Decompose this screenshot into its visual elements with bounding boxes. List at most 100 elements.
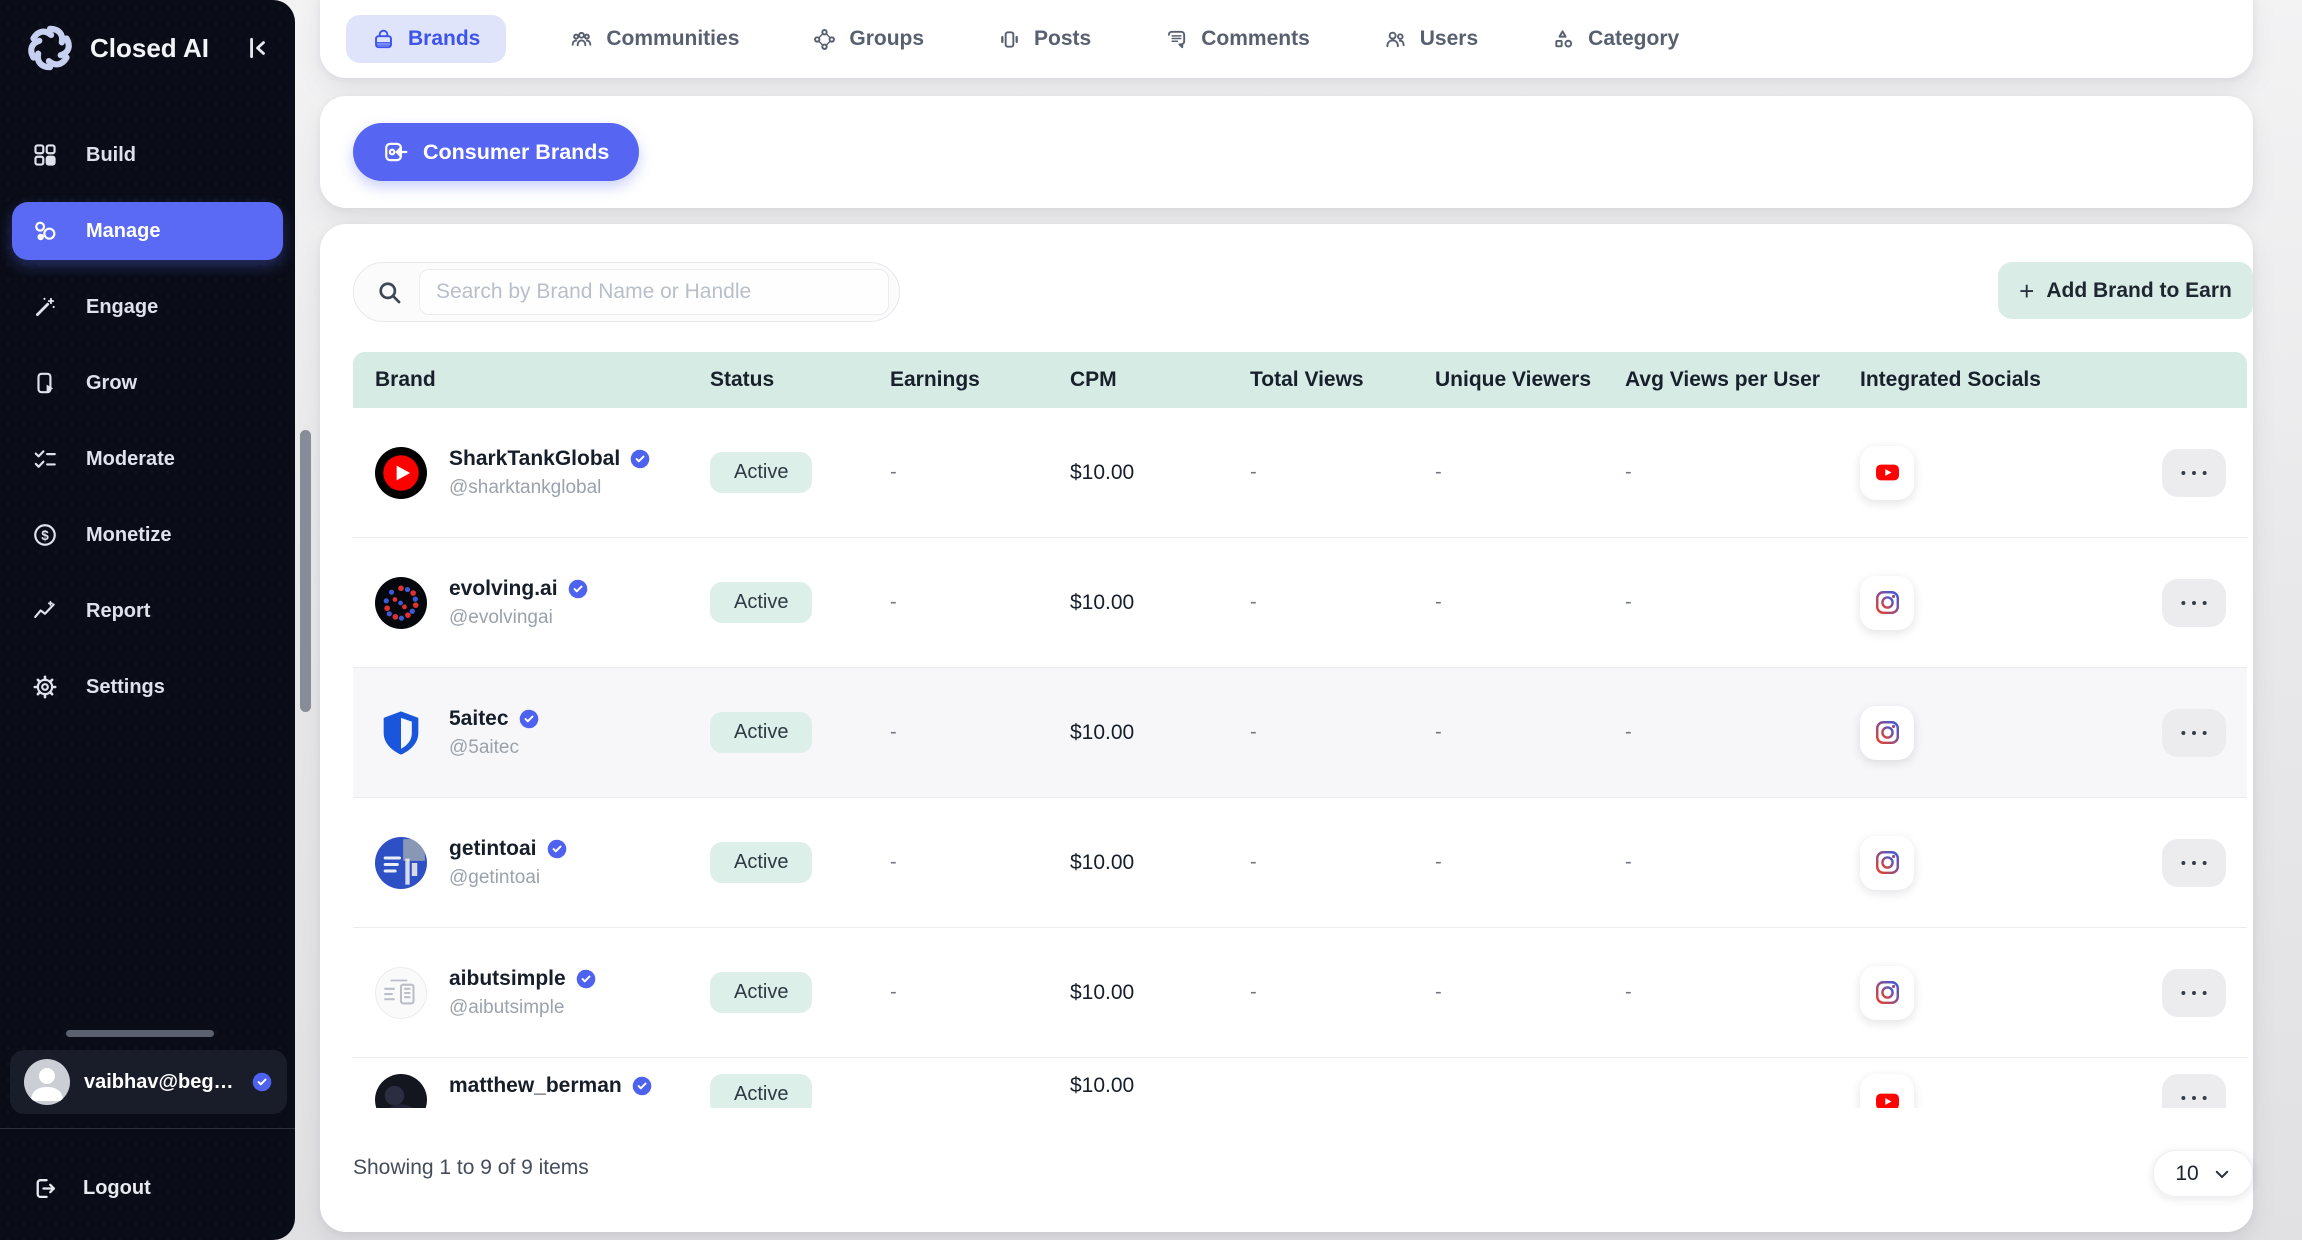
sidebar-collapse-button[interactable] [239,30,275,66]
total-views-value: - [1228,981,1413,1004]
tab-category[interactable]: Category [1542,15,1689,63]
posts-icon [998,28,1021,51]
instagram-icon[interactable] [1860,576,1914,630]
tab-communities[interactable]: Communities [560,15,749,63]
consumer-brands-button[interactable]: Consumer Brands [353,123,639,181]
column-cpm: CPM [1048,368,1228,392]
user-card[interactable]: vaibhav@begenu... [10,1050,287,1114]
avg-views-value: - [1603,721,1838,744]
tab-groups[interactable]: Groups [803,15,934,63]
sidebar-divider [0,1128,295,1129]
user-avatar [24,1059,70,1105]
monetize-icon: $ [32,522,58,548]
instagram-icon[interactable] [1860,706,1914,760]
logout-icon [32,1176,57,1201]
sidebar-item-moderate[interactable]: Moderate [0,421,295,497]
unique-viewers-value [1413,1058,1603,1074]
table-row[interactable]: matthew_berman Active $10.00 [353,1058,2247,1108]
cpm-value: $10.00 [1048,591,1228,615]
row-more-button[interactable] [2162,969,2226,1017]
tab-brands[interactable]: Brands [346,15,506,63]
table-row[interactable]: getintoai @getintoai Active - $10.00 - -… [353,798,2247,928]
status-badge: Active [710,582,812,623]
closed-ai-logo-icon [22,20,78,76]
plus-icon: + [2019,278,2034,304]
total-views-value: - [1228,851,1413,874]
brand-avatar [375,577,427,629]
total-views-value [1228,1058,1413,1074]
sidebar-scrollbar[interactable] [300,430,311,712]
avg-views-value: - [1603,461,1838,484]
unique-viewers-value: - [1413,461,1603,484]
sidebar-header: Closed AI [22,18,275,78]
brand-handle: @5aitec [449,737,540,759]
search-input[interactable] [419,269,889,315]
brand-handle: @sharktankglobal [449,477,651,499]
sidebar-item-build[interactable]: Build [0,117,295,193]
youtube-icon[interactable] [1860,1074,1914,1108]
brand-avatar [375,837,427,889]
svg-text:$: $ [41,528,49,543]
search-box [353,262,900,322]
brand-handle: @aibutsimple [449,997,597,1019]
manage-icon [32,218,58,244]
table-row[interactable]: aibutsimple @aibutsimple Active - $10.00… [353,928,2247,1058]
sidebar-item-report[interactable]: Report [0,573,295,649]
sidebar-item-grow[interactable]: Grow [0,345,295,421]
brand-name: 5aitec [449,707,509,731]
table-row[interactable]: SharkTankGlobal @sharktankglobal Active … [353,408,2247,538]
instagram-icon[interactable] [1860,836,1914,890]
row-more-button[interactable] [2162,709,2226,757]
comments-icon [1165,28,1188,51]
column-unique-viewers: Unique Viewers [1413,368,1603,392]
instagram-icon[interactable] [1860,966,1914,1020]
sidebar-item-manage[interactable]: Manage [12,202,283,260]
tab-users[interactable]: Users [1374,15,1488,63]
column-integrated-socials: Integrated Socials [1838,368,2118,392]
report-icon [32,598,58,624]
row-more-button[interactable] [2162,1074,2226,1108]
logout-button[interactable]: Logout [0,1160,295,1216]
sidebar: Closed AI Build Manage Engage Grow Moder… [0,0,295,1240]
avg-views-value: - [1603,981,1838,1004]
brands-panel: + Add Brand to Earn BrandStatusEarningsC… [320,224,2253,1232]
tab-comments[interactable]: Comments [1155,15,1320,63]
cpm-value: $10.00 [1048,1058,1228,1098]
add-brand-button[interactable]: + Add Brand to Earn [1998,262,2253,319]
groups-icon [813,28,836,51]
sidebar-item-engage[interactable]: Engage [0,269,295,345]
sidebar-drag-handle[interactable] [66,1030,214,1037]
column-total-views: Total Views [1228,368,1413,392]
earnings-value: - [868,721,1048,744]
earnings-value: - [868,851,1048,874]
table-row[interactable]: evolving.ai @evolvingai Active - $10.00 … [353,538,2247,668]
unique-viewers-value: - [1413,981,1603,1004]
status-badge: Active [710,842,812,883]
sidebar-item-monetize[interactable]: $ Monetize [0,497,295,573]
row-more-button[interactable] [2162,839,2226,887]
earnings-value: - [868,461,1048,484]
sidebar-item-settings[interactable]: Settings [0,649,295,725]
youtube-icon[interactable] [1860,446,1914,500]
total-views-value: - [1228,591,1413,614]
tab-posts[interactable]: Posts [988,15,1101,63]
user-email: vaibhav@begenu... [84,1071,237,1094]
brand-cell: SharkTankGlobal @sharktankglobal [353,447,688,499]
verified-badge-icon [518,708,540,730]
brand-name: getintoai [449,837,537,861]
total-views-value: - [1228,721,1413,744]
build-icon [32,142,58,168]
verified-badge-icon [629,448,651,470]
brand-cell: 5aitec @5aitec [353,707,688,759]
page-size-select[interactable]: 10 [2153,1150,2253,1197]
table-row[interactable]: 5aitec @5aitec Active - $10.00 - - - [353,668,2247,798]
brand-cell: getintoai @getintoai [353,837,688,889]
brand-cell: evolving.ai @evolvingai [353,577,688,629]
status-badge: Active [710,712,812,753]
brand-type-card: Consumer Brands [320,96,2253,208]
row-more-button[interactable] [2162,449,2226,497]
grow-icon [32,370,58,396]
brand-avatar [375,967,427,1019]
row-more-button[interactable] [2162,579,2226,627]
cpm-value: $10.00 [1048,721,1228,745]
